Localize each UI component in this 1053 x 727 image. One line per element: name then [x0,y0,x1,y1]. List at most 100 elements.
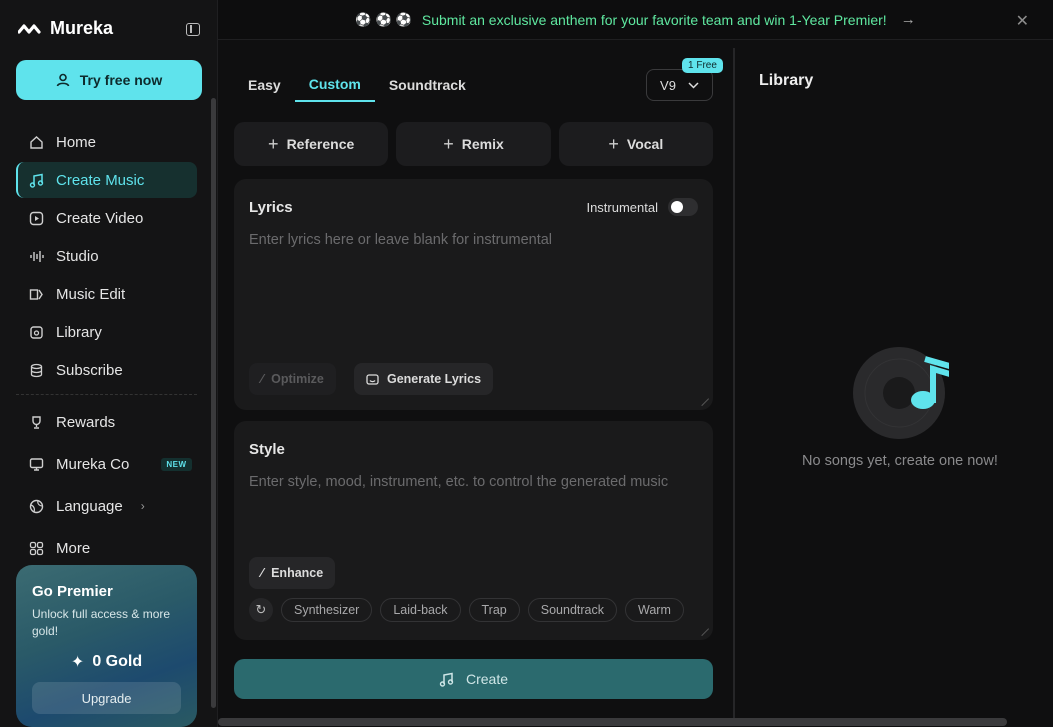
library-title: Library [759,72,814,89]
add-vocal-button[interactable]: + Vocal [558,122,713,166]
premier-title: Go Premier [32,583,113,600]
sidebar-item-label: Create Video [56,209,144,227]
generate-lyrics-label: Generate Lyrics [387,372,482,386]
style-title: Style [249,441,285,458]
sidebar-item-more[interactable]: More [16,527,197,569]
create-button[interactable]: Create [234,659,713,699]
gold-amount: 0 Gold [92,653,143,670]
close-icon[interactable]: ✕ [1016,11,1029,31]
magic-wand-icon: ⁄ [261,372,264,386]
lyrics-title: Lyrics [249,199,293,216]
resize-handle[interactable] [694,391,710,407]
add-reference-label: Reference [286,136,355,152]
home-icon [28,134,44,150]
premier-card: Go Premier Unlock full access & more gol… [16,565,197,727]
add-reference-button[interactable]: + Reference [234,122,389,166]
upgrade-button[interactable]: Upgrade [32,682,181,714]
sparkle-icon: ✦ [70,654,85,671]
create-label: Create [465,671,509,687]
style-input[interactable]: Enter style, mood, instrument, etc. to c… [249,474,668,490]
music-note-icon [28,172,44,188]
style-tags: ↻ Synthesizer Laid-back Trap Soundtrack … [249,598,684,622]
banner-text: Submit an exclusive anthem for your favo… [421,11,887,28]
waveform-icon [28,248,44,264]
style-tag[interactable]: Laid-back [380,598,461,622]
sidebar-item-rewards[interactable]: Rewards [16,401,197,443]
trophy-icon [28,414,44,430]
plus-icon: + [268,133,279,154]
sidebar-item-music-edit[interactable]: Music Edit [16,276,197,312]
sidebar-item-subscribe[interactable]: Subscribe [16,352,197,388]
sidebar-item-mureka-co[interactable]: Mureka Co NEW [16,443,197,485]
style-tag[interactable]: Trap [468,598,520,622]
instrumental-toggle[interactable] [668,198,698,216]
lyrics-input[interactable]: Enter lyrics here or leave blank for ins… [249,232,552,248]
lyrics-card: Lyrics Instrumental Enter lyrics here or… [234,179,713,410]
arrow-right-icon[interactable]: → [901,11,916,28]
instrumental-control: Instrumental [586,198,698,216]
sidebar-item-label: Rewards [56,413,116,431]
music-note-icon [439,672,454,687]
chevron-down-icon [688,81,699,89]
style-card: Style Enter style, mood, instrument, etc… [234,421,713,640]
style-tag[interactable]: Synthesizer [281,598,373,622]
try-free-label: Try free now [79,72,163,88]
monitor-icon [28,456,44,472]
gold-balance: ✦ 0 Gold [32,652,181,672]
vinyl-record-icon [853,347,949,439]
tab-custom[interactable]: Custom [294,68,375,102]
sidebar-item-create-video[interactable]: Create Video [16,200,197,236]
grid-icon [28,540,44,556]
tab-soundtrack[interactable]: Soundtrack [375,68,480,102]
version-select[interactable]: V9 [646,69,713,101]
try-free-button[interactable]: Try free now [16,60,202,100]
sidebar-item-label: Studio [56,247,99,265]
sidebar-item-studio[interactable]: Studio [16,238,197,274]
new-badge: NEW [161,457,192,471]
edit-icon [28,286,44,302]
refresh-icon[interactable]: ↻ [249,598,273,622]
sidebar-divider [16,394,197,395]
resize-handle[interactable] [694,621,710,637]
version-value: V9 [660,77,676,93]
premier-subtitle: Unlock full access & more gold! [32,607,171,638]
mode-tabs: Easy Custom Soundtrack [234,68,480,102]
sidebar-item-label: Music Edit [56,285,126,303]
promo-banner[interactable]: ⚽⚽⚽ Submit an exclusive anthem for your … [218,0,1053,40]
instrumental-label: Instrumental [586,199,658,215]
horizontal-scrollbar[interactable] [218,718,1007,726]
style-tag[interactable]: Warm [625,598,684,622]
plus-icon: + [608,133,619,154]
magic-wand-icon: ⁄ [261,566,264,580]
optimize-label: Optimize [271,372,324,386]
sidebar: Mureka Try free now Home Create Music Cr… [0,0,218,727]
library-empty-text: No songs yet, create one now! [802,453,998,469]
ai-icon [366,373,379,385]
optimize-button[interactable]: ⁄ Optimize [249,363,336,395]
sidebar-item-home[interactable]: Home [16,124,197,160]
sidebar-item-library[interactable]: Library [16,314,197,350]
add-remix-button[interactable]: + Remix [396,122,551,166]
panel-divider[interactable] [733,48,735,718]
generate-lyrics-button[interactable]: Generate Lyrics [354,363,494,395]
sidebar-collapse-icon[interactable] [186,23,200,36]
app-root: Mureka Try free now Home Create Music Cr… [0,0,1053,727]
enhance-button[interactable]: ⁄ Enhance [249,557,336,589]
brand[interactable]: Mureka [18,18,113,39]
video-icon [28,210,44,226]
sidebar-scrollbar[interactable] [211,98,216,708]
database-icon [28,362,44,378]
soccer-ball-icon: ⚽⚽⚽ [355,11,416,27]
free-badge: 1 Free [682,58,723,73]
chevron-right-icon: › [140,499,145,513]
sidebar-item-create-music[interactable]: Create Music [16,162,197,198]
sidebar-item-label: More [56,539,91,557]
sidebar-item-label: Mureka Co [56,455,130,473]
tab-easy[interactable]: Easy [234,68,295,102]
style-tag[interactable]: Soundtrack [527,598,617,622]
mureka-logo-icon [18,23,41,34]
sidebar-nav: Home Create Music Create Video Studio Mu… [16,124,197,569]
sidebar-item-language[interactable]: Language › [16,485,197,527]
globe-icon [28,498,44,514]
brand-name: Mureka [50,18,114,38]
